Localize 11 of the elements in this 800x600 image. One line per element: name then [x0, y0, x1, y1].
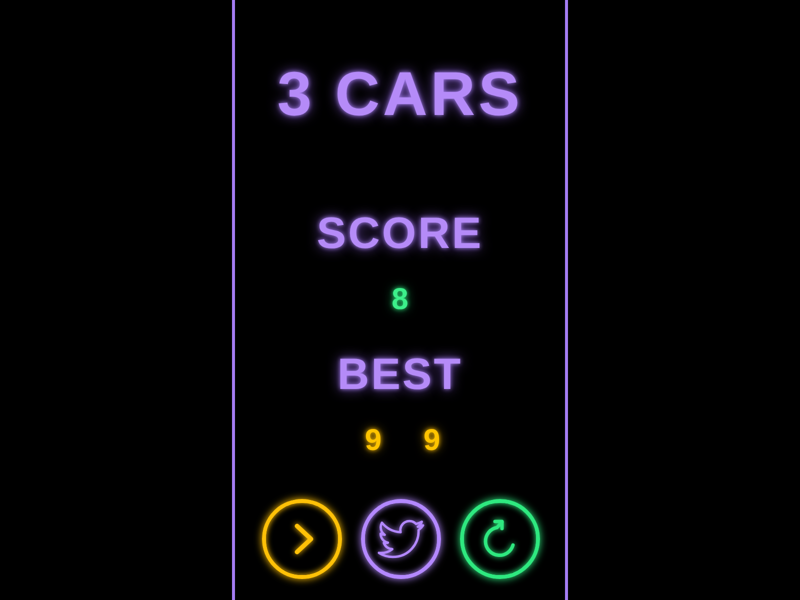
best-value: 9: [424, 426, 440, 456]
best-label: BEST: [337, 353, 463, 397]
best-value: 9: [364, 426, 382, 456]
next-button[interactable]: [262, 499, 342, 579]
bird-icon: [378, 519, 424, 559]
game-title: 3 CARS: [277, 64, 523, 126]
score-value: 8: [392, 285, 408, 315]
score-label: SCORE: [316, 212, 484, 256]
chevron-right-icon: [294, 523, 314, 555]
share-button[interactable]: [360, 499, 440, 579]
restart-button[interactable]: [460, 499, 540, 579]
